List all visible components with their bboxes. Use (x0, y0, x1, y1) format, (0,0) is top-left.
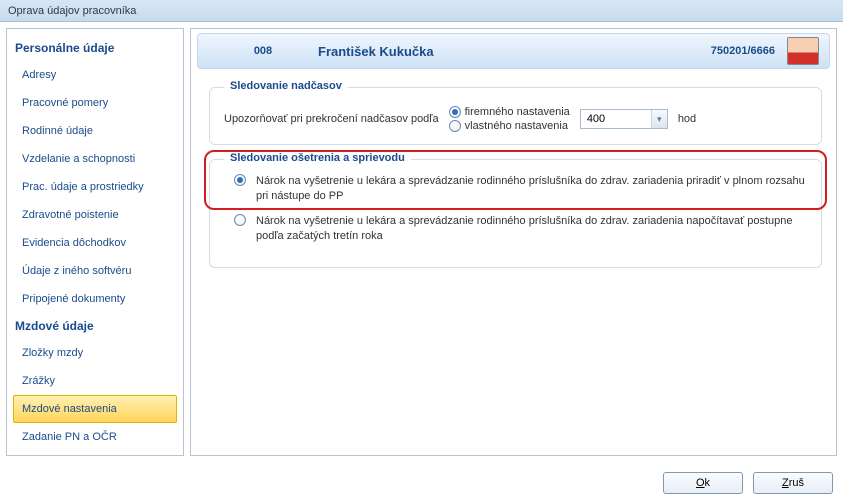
overtime-hours-input-wrap: ▾ (580, 109, 668, 129)
overtime-title: Sledovanie nadčasov (224, 80, 348, 92)
overtime-radio-company[interactable]: firemného nastavenia (449, 106, 570, 118)
employee-name: František Kukučka (318, 44, 663, 59)
cancel-rest: ruš (789, 477, 804, 489)
sidebar-section-personal: Personálne údaje (13, 35, 183, 61)
care-group: Sledovanie ošetrenia a sprievodu Nárok n… (209, 159, 822, 268)
radio-icon (234, 174, 246, 186)
ok-rest: k (705, 477, 711, 489)
sidebar-item-pracovne-pomery[interactable]: Pracovné pomery (13, 89, 177, 117)
overtime-label: Upozorňovať pri prekročení nadčasov podľ… (224, 113, 439, 125)
ok-button[interactable]: Ok (663, 472, 743, 494)
care-option-0[interactable]: Nárok na vyšetrenie u lekára a sprevádza… (224, 174, 807, 204)
overtime-hours-unit: hod (678, 113, 696, 125)
overtime-hours-input[interactable] (581, 110, 651, 128)
care-title: Sledovanie ošetrenia a sprievodu (224, 152, 411, 164)
cancel-button[interactable]: Zruš (753, 472, 833, 494)
chevron-down-icon[interactable]: ▾ (651, 110, 667, 128)
radio-icon (449, 120, 461, 132)
sidebar-item-rodinne-udaje[interactable]: Rodinné údaje (13, 117, 177, 145)
care-option-1[interactable]: Nárok na vyšetrenie u lekára a sprevádza… (224, 214, 807, 244)
sidebar-item-zlozky-mzdy[interactable]: Zložky mzdy (13, 339, 177, 367)
employee-header: 008 František Kukučka 750201/6666 (197, 33, 830, 69)
cancel-mnemonic: Z (782, 477, 789, 489)
sidebar-section-mzdove: Mzdové údaje (13, 313, 183, 339)
sidebar-item-mzdove-nastavenia[interactable]: Mzdové nastavenia (13, 395, 177, 423)
employee-code: 008 (208, 45, 318, 57)
sidebar-item-adresy[interactable]: Adresy (13, 61, 177, 89)
overtime-radio-own[interactable]: vlastného nastavenia (449, 120, 570, 132)
sidebar-item-zrazky[interactable]: Zrážky (13, 367, 177, 395)
overtime-radio-company-label: firemného nastavenia (465, 106, 570, 118)
care-option-0-label: Nárok na vyšetrenie u lekára a sprevádza… (256, 174, 807, 204)
content-container: Personálne údaje Adresy Pracovné pomery … (0, 22, 843, 462)
care-option-1-label: Nárok na vyšetrenie u lekára a sprevádza… (256, 214, 807, 244)
footer-buttons: Ok Zruš (663, 472, 833, 494)
sidebar-item-zdravotne[interactable]: Zdravotné poistenie (13, 201, 177, 229)
overtime-group: Sledovanie nadčasov Upozorňovať pri prek… (209, 87, 822, 145)
sidebar-item-dokumenty[interactable]: Pripojené dokumenty (13, 285, 177, 313)
employee-id: 750201/6666 (663, 45, 783, 57)
sidebar-item-dochodky[interactable]: Evidencia dôchodkov (13, 229, 177, 257)
window-title: Oprava údajov pracovníka (0, 0, 843, 22)
sidebar: Personálne údaje Adresy Pracovné pomery … (6, 28, 184, 456)
overtime-radio-own-label: vlastného nastavenia (465, 120, 568, 132)
sidebar-item-vzdelanie[interactable]: Vzdelanie a schopnosti (13, 145, 177, 173)
radio-icon (449, 106, 461, 118)
ok-mnemonic: O (696, 477, 705, 489)
sidebar-item-prac-udaje[interactable]: Prac. údaje a prostriedky (13, 173, 177, 201)
sidebar-item-iny-softver[interactable]: Údaje z iného softvéru (13, 257, 177, 285)
main-panel: 008 František Kukučka 750201/6666 Sledov… (190, 28, 837, 456)
radio-icon (234, 214, 246, 226)
avatar (787, 37, 819, 65)
sidebar-item-pn-ocr[interactable]: Zadanie PN a OČR (13, 423, 177, 451)
